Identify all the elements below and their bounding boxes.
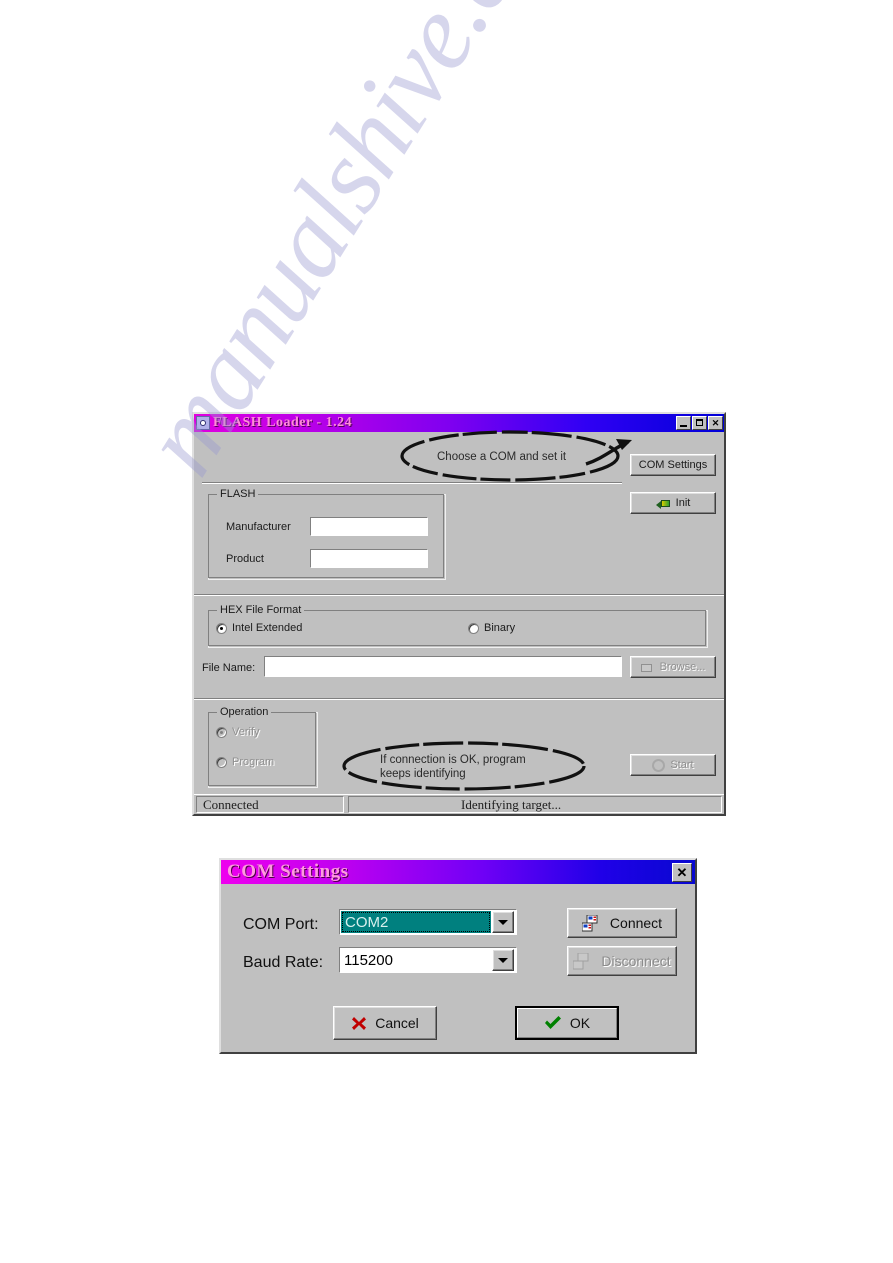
file-name-input[interactable]: [264, 656, 622, 677]
com-settings-body: COM Port: COM2 Baud Rate: 115200 Connect: [221, 884, 695, 1052]
window-controls: ✕: [676, 416, 723, 430]
divider-mid-1: [194, 594, 724, 596]
annotation-text-identify: If connection is OK, program keeps ident…: [380, 754, 526, 780]
annotation-text-com: Choose a COM and set it: [437, 451, 567, 463]
folder-icon: [640, 662, 655, 673]
radio-program[interactable]: Program: [216, 756, 274, 768]
radio-verify-label: Verify: [232, 726, 260, 738]
cancel-button[interactable]: Cancel: [333, 1006, 437, 1040]
network-disconnected-icon: [573, 952, 589, 969]
com-port-label: COM Port:: [243, 916, 319, 933]
operation-groupbox: Operation: [208, 706, 318, 788]
x-icon: [352, 1017, 367, 1030]
com-settings-title: COM Settings: [227, 861, 349, 882]
radio-dot-icon: [216, 726, 227, 738]
radio-dot-icon: [216, 756, 227, 768]
start-label: Start: [670, 759, 694, 771]
app-logo-icon: [196, 416, 210, 430]
baud-rate-label: Baud Rate:: [243, 954, 324, 971]
baud-rate-combobox[interactable]: 115200: [339, 947, 517, 973]
radio-intel-extended[interactable]: Intel Extended: [216, 622, 302, 634]
browse-label: Browse...: [659, 661, 706, 673]
com-settings-label: COM Settings: [638, 459, 708, 471]
ok-label: OK: [569, 1015, 591, 1031]
com-settings-titlebar[interactable]: COM Settings ✕: [221, 860, 695, 884]
status-bar: Connected Identifying target...: [194, 794, 724, 814]
product-input[interactable]: [310, 549, 428, 568]
start-button[interactable]: Start: [630, 754, 716, 776]
ok-button[interactable]: OK: [515, 1006, 619, 1040]
com-settings-close-button[interactable]: ✕: [672, 862, 692, 882]
disconnect-button[interactable]: Disconnect: [567, 946, 677, 976]
network-icon: [581, 914, 598, 931]
radio-binary-label: Binary: [484, 622, 516, 634]
com-settings-dialog: COM Settings ✕ COM Port: COM2 Baud Rate:…: [219, 858, 697, 1054]
com-port-combobox[interactable]: COM2: [339, 909, 517, 935]
com-dialog-controls: ✕: [672, 862, 694, 882]
minimize-button[interactable]: [676, 416, 691, 430]
chevron-down-icon[interactable]: [492, 911, 514, 933]
radio-verify[interactable]: Verify: [216, 726, 260, 738]
close-button[interactable]: ✕: [708, 416, 723, 430]
radio-program-label: Program: [232, 756, 275, 768]
operation-legend: Operation: [217, 706, 272, 718]
baud-rate-value: 115200: [344, 951, 393, 969]
flash-group-legend: FLASH: [217, 488, 259, 500]
init-label: Init: [675, 497, 691, 509]
divider-mid-2: [194, 698, 724, 700]
radio-dot-icon: [216, 622, 227, 634]
chevron-down-icon[interactable]: [492, 949, 514, 971]
cancel-label: Cancel: [375, 1015, 419, 1031]
start-circle-icon: [652, 758, 666, 772]
product-label: Product: [226, 553, 264, 565]
radio-intel-extended-label: Intel Extended: [232, 622, 303, 634]
manufacturer-input[interactable]: [310, 517, 428, 536]
init-button[interactable]: Init: [630, 492, 716, 514]
connect-button[interactable]: Connect: [567, 908, 677, 938]
check-icon: [544, 1016, 561, 1029]
radio-dot-icon: [468, 622, 479, 634]
connect-label: Connect: [609, 915, 663, 931]
ok-button-bevel: [517, 1008, 617, 1038]
led-icon: [655, 499, 671, 509]
com-settings-button[interactable]: COM Settings: [630, 454, 716, 476]
maximize-button[interactable]: [692, 416, 707, 430]
browse-button[interactable]: Browse...: [630, 656, 716, 678]
disconnect-label: Disconnect: [601, 953, 671, 969]
file-name-label: File Name:: [202, 662, 256, 674]
status-message: Identifying target...: [348, 796, 722, 813]
radio-binary[interactable]: Binary: [468, 622, 515, 634]
hex-format-legend: HEX File Format: [217, 604, 305, 616]
com-port-value: COM2: [341, 911, 491, 933]
flash-loader-title: FLASH Loader - 1.24: [213, 415, 353, 430]
status-connected: Connected: [196, 796, 344, 813]
manufacturer-label: Manufacturer: [226, 521, 291, 533]
